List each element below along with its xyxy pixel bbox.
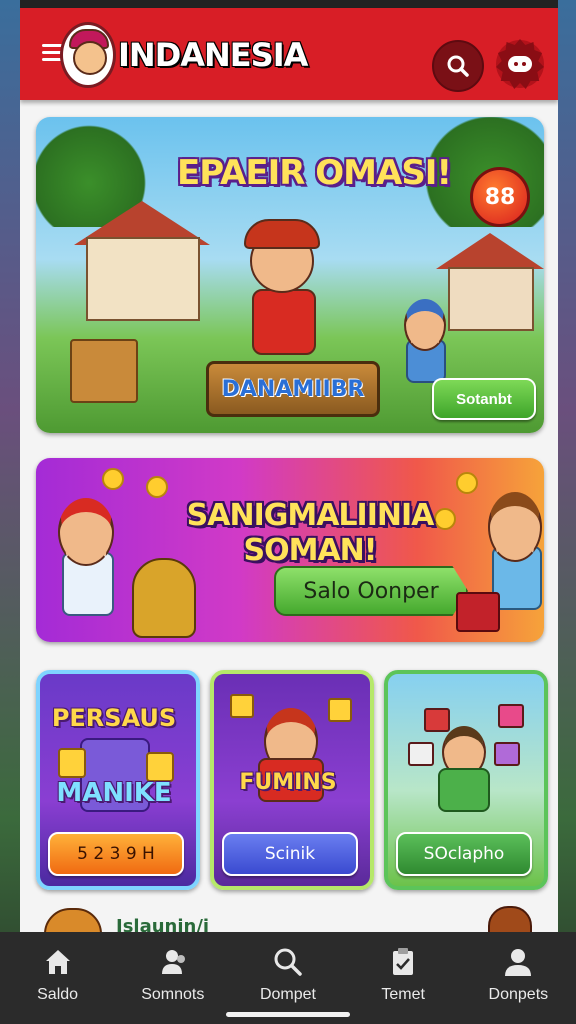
crates-illustration (70, 339, 138, 403)
wallet-icon (456, 592, 500, 632)
hero-sign: DANAMIIBR (206, 361, 380, 417)
hero-badge: 88 (470, 167, 530, 227)
coin-icon (146, 476, 168, 498)
chat-icon (508, 56, 532, 72)
tile-button[interactable]: SOclapho (396, 832, 532, 876)
nav-label: Donpets (488, 986, 549, 1003)
app-screen: INDANESIA EPAEIR OMASI! 88 DANAMIIBR Sot… (20, 0, 558, 1024)
nav-item-donpets[interactable]: Donpets (463, 932, 573, 1012)
home-indicator (226, 1012, 350, 1017)
tile-subtitle: MANIKE (56, 778, 172, 808)
boy-character (52, 488, 122, 638)
tile-title: FUMINS (239, 770, 337, 795)
nav-item-saldo[interactable]: Saldo (3, 932, 113, 1012)
tile-artwork (398, 688, 526, 828)
home-icon (45, 950, 70, 974)
profile-icon (505, 949, 532, 976)
house-roof (436, 233, 544, 269)
coin-icon (102, 468, 124, 490)
hero-button[interactable]: Sotanbt (432, 378, 536, 420)
hero-banner[interactable]: EPAEIR OMASI! 88 DANAMIIBR Sotanbt (36, 117, 544, 433)
promo-button[interactable]: Salo Oonper (274, 566, 468, 616)
game-tile-1[interactable]: PERSAUS MANIKE 5 2 3 9 H (36, 670, 200, 890)
nav-label: Dompet (259, 986, 316, 1003)
mascot-character (132, 558, 196, 638)
chat-button[interactable] (496, 39, 544, 89)
promo-banner[interactable]: SANIGMALIINIA SOMAN! Salo Oonper (36, 458, 544, 642)
status-bar (20, 0, 558, 8)
house-illustration (86, 237, 200, 321)
people-icon (161, 950, 185, 974)
search-button[interactable] (432, 40, 484, 92)
house-illustration (448, 267, 534, 331)
nav-item-somnots[interactable]: Somnots (118, 932, 228, 1012)
coin-icon (456, 472, 478, 494)
tile-title: PERSAUS (51, 704, 177, 732)
nav-item-dompet[interactable]: Dompet (233, 932, 343, 1012)
hero-character (232, 219, 332, 359)
nav-label: Saldo (37, 986, 79, 1003)
nav-label: Somnots (141, 986, 205, 1003)
brand-logo-mascot (60, 22, 116, 88)
hero-title: EPAEIR OMASI! (177, 153, 452, 193)
nav-label: Temet (381, 986, 425, 1003)
search-icon (274, 948, 302, 976)
menu-icon[interactable] (42, 44, 62, 64)
bottom-nav: Saldo Somnots Dompet Temet Donpets (0, 932, 576, 1024)
game-tile-2[interactable]: FUMINS Scinik (210, 670, 374, 890)
tile-button[interactable]: Scinik (222, 832, 358, 876)
game-tile-3[interactable]: SOclapho (384, 670, 548, 890)
tile-artwork (224, 688, 352, 828)
app-header: INDANESIA (20, 8, 558, 100)
promo-title: SANIGMALIINIA SOMAN! (186, 498, 435, 568)
tile-button[interactable]: 5 2 3 9 H (48, 832, 184, 876)
kid-character (398, 299, 450, 389)
clipboard-icon (393, 948, 414, 975)
search-icon (447, 55, 469, 77)
nav-item-temet[interactable]: Temet (348, 932, 458, 1012)
brand-title: INDANESIA (118, 36, 308, 74)
